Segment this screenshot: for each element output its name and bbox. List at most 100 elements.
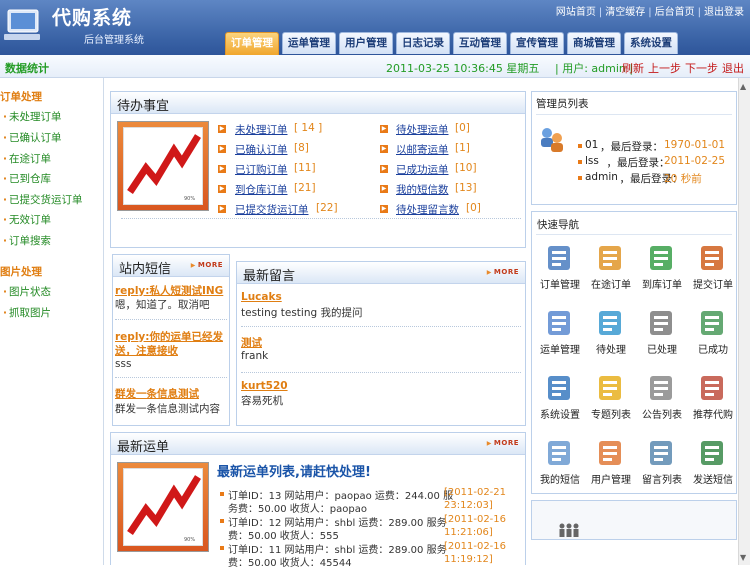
todo-count: [ 14 ] bbox=[294, 122, 323, 134]
todo-count: [13] bbox=[455, 182, 477, 194]
todo-link[interactable]: 以邮寄运单 bbox=[396, 142, 449, 157]
top-link-home[interactable]: 网站首页 bbox=[556, 7, 596, 18]
message-title-2[interactable]: reply:你的运单已经发 bbox=[115, 329, 223, 344]
todo-link[interactable]: 已提交货运订单 bbox=[235, 202, 309, 217]
tab-waybill-management[interactable]: 运单管理 bbox=[282, 32, 336, 54]
todo-link[interactable]: 未处理订单 bbox=[235, 122, 288, 137]
quicknav-recommend[interactable]: 推荐代购 bbox=[687, 373, 739, 421]
message-title-2b[interactable]: 送，注意接收 bbox=[115, 343, 178, 358]
admin-last-login-label: ，最后登录： bbox=[606, 157, 670, 169]
tab-mall[interactable]: 商城管理 bbox=[567, 32, 621, 54]
waybills-panel: 最新运单 MORE 90% 最新运单列表,请赶快处理! 订单ID：13 网站用户… bbox=[110, 432, 526, 569]
quicknav-success[interactable]: 已成功 bbox=[687, 308, 739, 356]
online-users-panel bbox=[531, 500, 737, 540]
recommend-icon bbox=[698, 373, 728, 403]
refresh-link[interactable]: 刷新 bbox=[622, 62, 644, 75]
quicknav-label: 到库订单 bbox=[642, 280, 682, 291]
online-users-icon bbox=[559, 523, 579, 537]
quicknav-comment[interactable]: 留言列表 bbox=[636, 438, 688, 486]
todo-link[interactable]: 我的短信数 bbox=[396, 182, 449, 197]
quicknav-mail[interactable]: 我的短信 bbox=[534, 438, 586, 486]
tab-promotion[interactable]: 宣传管理 bbox=[510, 32, 564, 54]
forward-link[interactable]: 下一步 bbox=[685, 62, 718, 75]
sidebar-item-confirmed-orders[interactable]: 已确认订单 bbox=[3, 130, 62, 145]
settings-icon bbox=[545, 373, 575, 403]
processed-icon bbox=[647, 308, 677, 338]
send-icon bbox=[698, 438, 728, 468]
sidebar-item-in-transit-orders[interactable]: 在途订单 bbox=[3, 151, 51, 166]
tab-order-management[interactable]: 订单管理 bbox=[225, 32, 279, 55]
exit-link[interactable]: 退出 bbox=[722, 62, 744, 75]
sidebar-header-orders: 订单处理 bbox=[0, 91, 42, 103]
scroll-up-icon[interactable]: ▲ bbox=[740, 82, 746, 91]
bullet-icon bbox=[220, 519, 224, 523]
sidebar-item-order-search[interactable]: 订单搜索 bbox=[3, 233, 51, 248]
messages-more-link[interactable]: MORE bbox=[191, 261, 223, 269]
todo-link[interactable]: 已订购订单 bbox=[235, 162, 288, 177]
quicknav-label: 已处理 bbox=[647, 345, 677, 356]
arrow-bullet-icon: ▶ bbox=[218, 185, 226, 193]
admin-name: lss bbox=[585, 155, 599, 167]
quicknav-pending[interactable]: 待处理 bbox=[585, 308, 637, 356]
transit-icon bbox=[596, 243, 626, 273]
scrollbar[interactable]: ▲ ▼ bbox=[738, 78, 750, 565]
waybill-time: 11:21:06] bbox=[444, 527, 493, 538]
quicknav-label: 在途订单 bbox=[591, 280, 631, 291]
quicknav-settings[interactable]: 系统设置 bbox=[534, 373, 586, 421]
sidebar-item-unprocessed-orders[interactable]: 未处理订单 bbox=[3, 109, 62, 124]
quicknav-label: 订单管理 bbox=[540, 280, 580, 291]
waybill-trend-chart-icon: 90% bbox=[117, 462, 209, 552]
quicknav-waybill[interactable]: 运单管理 bbox=[534, 308, 586, 356]
comment-author-3[interactable]: kurt520 bbox=[241, 380, 288, 392]
quicknav-submit[interactable]: 提交订单 bbox=[687, 243, 739, 291]
quicknav-panel: 快速导航 订单管理 在途订单 到库订单 提交订单 运单管理 待处理 已处理 已成功 系统设置 专题… bbox=[531, 211, 737, 494]
sidebar-item-fetch-images[interactable]: 抓取图片 bbox=[3, 305, 51, 320]
scroll-down-icon[interactable]: ▼ bbox=[740, 553, 746, 562]
tab-interaction[interactable]: 互动管理 bbox=[453, 32, 507, 54]
waybill-line: 务费：50.00 收货人：paopao bbox=[228, 504, 367, 515]
quicknav-label: 专题列表 bbox=[591, 410, 631, 421]
waybills-more-link[interactable]: MORE bbox=[487, 439, 519, 447]
quicknav-notice[interactable]: 公告列表 bbox=[636, 373, 688, 421]
tab-log-records[interactable]: 日志记录 bbox=[396, 32, 450, 54]
comment-body-2: frank bbox=[241, 350, 269, 362]
tab-user-management[interactable]: 用户管理 bbox=[339, 32, 393, 54]
tab-system-settings[interactable]: 系统设置 bbox=[624, 32, 678, 54]
todo-link[interactable]: 已成功运单 bbox=[396, 162, 449, 177]
top-link-clear-cache[interactable]: 清空缓存 bbox=[605, 7, 645, 18]
waybill-date: [2011-02-16 bbox=[444, 541, 507, 552]
message-title-1[interactable]: reply:私人短测试ING bbox=[115, 283, 223, 298]
message-title-3[interactable]: 群发一条信息测试 bbox=[115, 386, 199, 401]
bullet-icon bbox=[578, 176, 582, 180]
quicknav-label: 用户管理 bbox=[591, 475, 631, 486]
sidebar-item-invalid-orders[interactable]: 无效订单 bbox=[3, 212, 51, 227]
todo-link[interactable]: 已确认订单 bbox=[235, 142, 288, 157]
sidebar-item-submitted-shipping[interactable]: 已提交货运订单 bbox=[3, 192, 83, 207]
comments-more-link[interactable]: MORE bbox=[487, 268, 519, 276]
quicknav-send[interactable]: 发送短信 bbox=[687, 438, 739, 486]
todo-link[interactable]: 待处理运单 bbox=[396, 122, 449, 137]
quicknav-label: 我的短信 bbox=[540, 475, 580, 486]
quicknav-star[interactable]: 专题列表 bbox=[585, 373, 637, 421]
todo-link[interactable]: 到仓库订单 bbox=[235, 182, 288, 197]
todo-link[interactable]: 待处理留言数 bbox=[396, 202, 459, 217]
quicknav-warehouse[interactable]: 到库订单 bbox=[636, 243, 688, 291]
todo-count: [22] bbox=[316, 202, 338, 214]
status-bar: 数据统计 2011-03-25 10:36:45 星期五 | 用户: admin… bbox=[0, 55, 750, 78]
todo-panel: 待办事宜 90% ▶ 未处理订单 [ 14 ] ▶ 已确认订单 [8] ▶ 已订购订单 [11]… bbox=[110, 91, 526, 248]
arrow-bullet-icon: ▶ bbox=[218, 165, 226, 173]
quicknav-transit[interactable]: 在途订单 bbox=[585, 243, 637, 291]
admins-icon bbox=[541, 128, 563, 152]
todo-count: [21] bbox=[294, 182, 316, 194]
back-link[interactable]: 上一步 bbox=[648, 62, 681, 75]
top-link-admin-home[interactable]: 后台首页 bbox=[655, 7, 695, 18]
quicknav-processed[interactable]: 已处理 bbox=[636, 308, 688, 356]
top-link-logout[interactable]: 退出登录 bbox=[704, 7, 744, 18]
sidebar-item-arrived-warehouse[interactable]: 已到仓库 bbox=[3, 171, 51, 186]
sidebar-item-image-status[interactable]: 图片状态 bbox=[3, 284, 51, 299]
quicknav-users[interactable]: 用户管理 bbox=[585, 438, 637, 486]
quicknav-label: 待处理 bbox=[596, 345, 626, 356]
comment-author-1[interactable]: Lucaks bbox=[241, 291, 282, 303]
comment-author-2[interactable]: 测试 bbox=[241, 335, 262, 350]
quicknav-order[interactable]: 订单管理 bbox=[534, 243, 586, 291]
